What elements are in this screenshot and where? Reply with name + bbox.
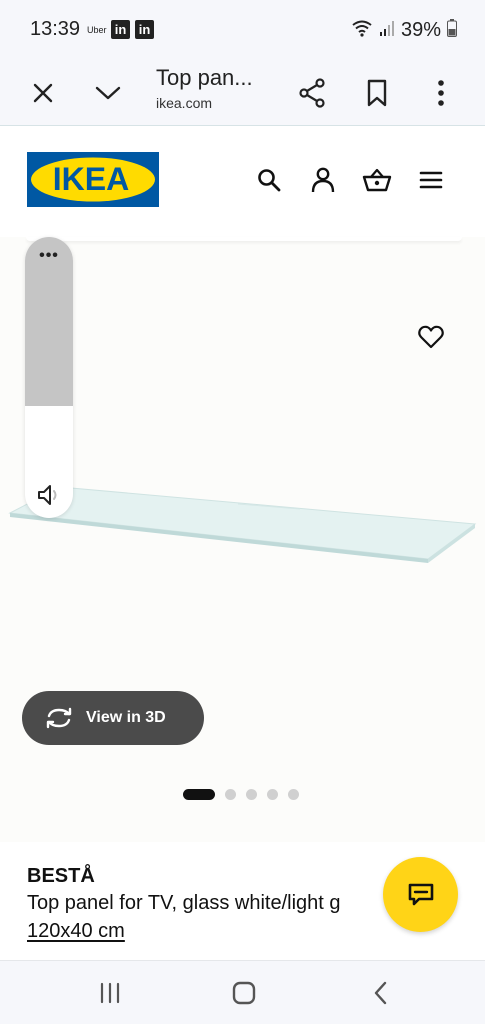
uber-notification-icon: Uber (87, 25, 107, 35)
product-size-link[interactable]: 120x40 cm (27, 920, 125, 943)
expand-toolbar-button[interactable] (87, 72, 129, 114)
account-button[interactable] (306, 163, 340, 197)
basket-button[interactable] (360, 163, 394, 197)
volume-overlay[interactable]: ••• (25, 237, 73, 518)
dropdown-edge (26, 237, 462, 241)
chat-icon (408, 883, 433, 905)
share-icon (299, 78, 325, 108)
status-indicators: 39% (351, 18, 457, 42)
battery-icon (447, 18, 457, 42)
signal-icon (379, 19, 395, 42)
bookmark-icon (367, 79, 387, 107)
ikea-logo[interactable]: IKEA (27, 152, 159, 207)
share-button[interactable] (291, 72, 333, 114)
product-description: Top panel for TV, glass white/light g (27, 892, 341, 914)
basket-icon (362, 168, 392, 192)
product-info: BESTÅ Top panel for TV, glass white/ligh… (0, 842, 485, 960)
bookmark-button[interactable] (356, 72, 398, 114)
status-bar: 13:39 Uber in in 39% (0, 0, 485, 60)
view-in-3d-button[interactable]: View in 3D (22, 691, 204, 745)
recents-button[interactable] (95, 979, 125, 1007)
status-time: 13:39 (30, 18, 81, 40)
menu-icon (419, 171, 443, 189)
view-in-3d-label: View in 3D (86, 709, 166, 726)
system-navigation-bar (0, 960, 485, 1024)
account-icon (311, 167, 335, 193)
favorite-button[interactable] (413, 319, 449, 355)
gallery-pagination[interactable] (183, 788, 299, 800)
search-button[interactable] (252, 163, 286, 197)
pagination-dot[interactable] (288, 788, 299, 800)
product-gallery[interactable]: ••• View in 3D (0, 237, 485, 842)
linkedin-notification-icon-2: in (135, 20, 154, 39)
back-icon (374, 981, 387, 1005)
speaker-icon[interactable] (35, 481, 63, 509)
pagination-dot[interactable] (267, 788, 278, 800)
pagination-dot[interactable] (246, 788, 257, 800)
home-button[interactable] (229, 979, 259, 1007)
wifi-icon (351, 19, 373, 42)
product-name: BESTÅ (27, 865, 95, 887)
battery-percentage: 39% (400, 18, 441, 41)
linkedin-notification-icon: in (111, 20, 130, 39)
more-options-button[interactable] (420, 72, 462, 114)
logo-text: IKEA (53, 161, 129, 197)
home-icon (232, 981, 256, 1005)
heart-icon (418, 325, 444, 349)
more-vertical-icon (438, 80, 444, 106)
tab-title[interactable]: Top pan... (156, 65, 253, 91)
close-icon (33, 83, 53, 103)
search-icon (258, 169, 281, 192)
close-tab-button[interactable] (22, 72, 64, 114)
pagination-dot[interactable] (225, 788, 236, 800)
back-button[interactable] (366, 979, 396, 1007)
chat-button[interactable] (383, 857, 458, 932)
menu-button[interactable] (414, 163, 448, 197)
site-header: IKEA (0, 127, 485, 237)
chevron-down-icon (95, 86, 121, 100)
pagination-dot-active[interactable] (183, 788, 215, 800)
browser-toolbar: Top pan... ikea.com (0, 60, 485, 126)
rotate-3d-icon (46, 707, 72, 729)
recents-icon (100, 982, 120, 1004)
volume-menu-icon[interactable]: ••• (25, 247, 73, 265)
tab-domain[interactable]: ikea.com (156, 95, 212, 111)
